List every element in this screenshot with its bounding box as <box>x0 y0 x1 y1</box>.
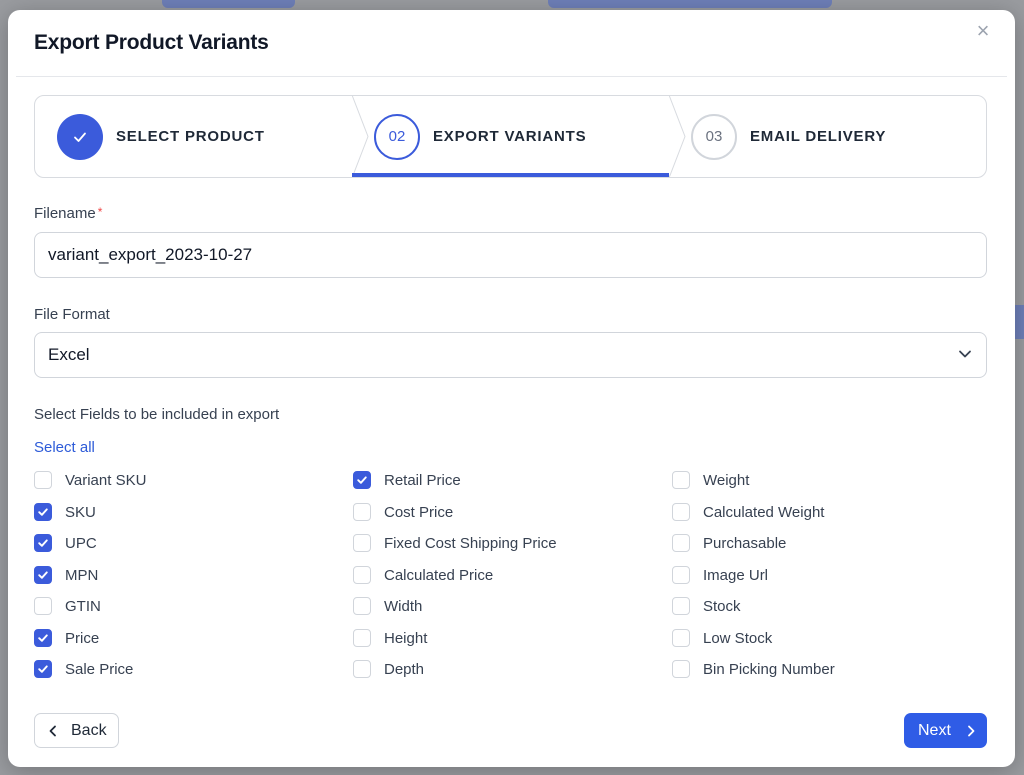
step-number: 03 <box>691 113 737 160</box>
next-button[interactable]: Next <box>904 713 987 748</box>
step-number: 02 <box>374 113 420 160</box>
field-option[interactable]: Weight <box>672 470 749 490</box>
filename-label-text: Filename <box>34 205 96 222</box>
background-element <box>1015 305 1024 339</box>
export-variants-modal: Export Product Variants × SELECT PRODUCT… <box>8 10 1015 767</box>
field-option[interactable]: Variant SKU <box>34 470 146 490</box>
chevron-right-icon <box>968 725 975 736</box>
checkbox-unchecked[interactable] <box>353 503 371 521</box>
field-label: Price <box>65 629 100 647</box>
required-marker: * <box>97 205 103 219</box>
checkbox-checked[interactable] <box>34 660 52 678</box>
file-format-select[interactable]: Excel <box>34 332 987 378</box>
field-option[interactable]: Sale Price <box>34 659 133 679</box>
checkbox-checked[interactable] <box>34 629 52 647</box>
checkbox-unchecked[interactable] <box>672 534 690 552</box>
stepper: SELECT PRODUCT 02 EXPORT VARIANTS 03 EMA… <box>34 95 987 178</box>
checkbox-unchecked[interactable] <box>353 660 371 678</box>
field-option[interactable]: Purchasable <box>672 533 786 553</box>
step-email-delivery[interactable]: 03 EMAIL DELIVERY <box>669 96 986 177</box>
field-option[interactable]: Fixed Cost Shipping Price <box>353 533 557 553</box>
field-option[interactable]: Cost Price <box>353 502 453 522</box>
field-label: Height <box>384 629 428 647</box>
field-option[interactable]: UPC <box>34 533 97 553</box>
checkbox-checked[interactable] <box>353 471 371 489</box>
field-option[interactable]: Retail Price <box>353 470 461 490</box>
field-label: Fixed Cost Shipping Price <box>384 534 557 552</box>
field-label: Bin Picking Number <box>703 660 835 678</box>
active-step-indicator <box>352 173 669 177</box>
field-label: Stock <box>703 597 741 615</box>
step-label: EXPORT VARIANTS <box>433 128 587 145</box>
field-label: Low Stock <box>703 629 773 647</box>
checkbox-unchecked[interactable] <box>34 471 52 489</box>
checkbox-unchecked[interactable] <box>672 597 690 615</box>
back-label: Back <box>71 721 107 739</box>
filename-label: Filename * <box>34 205 102 222</box>
field-label: Weight <box>703 471 750 489</box>
field-option[interactable]: Height <box>353 628 427 648</box>
field-option[interactable]: Bin Picking Number <box>672 659 835 679</box>
field-option[interactable]: Price <box>34 628 99 648</box>
next-label: Next <box>918 721 951 739</box>
modal-title: Export Product Variants <box>34 31 269 54</box>
step-label: EMAIL DELIVERY <box>750 128 887 145</box>
field-label: Width <box>384 597 423 615</box>
file-format-label: File Format <box>34 306 110 323</box>
field-label: Variant SKU <box>65 471 147 489</box>
checkbox-unchecked[interactable] <box>353 597 371 615</box>
field-option[interactable]: Width <box>353 596 422 616</box>
file-format-value: Excel <box>48 345 90 364</box>
field-label: Sale Price <box>65 660 134 678</box>
field-label: UPC <box>65 534 97 552</box>
background-element <box>162 0 295 8</box>
field-option[interactable]: Stock <box>672 596 741 616</box>
check-icon <box>57 113 103 160</box>
field-label: Cost Price <box>384 503 454 521</box>
field-option[interactable]: SKU <box>34 502 96 522</box>
header-divider <box>16 76 1007 77</box>
field-option[interactable]: Calculated Price <box>353 565 493 585</box>
checkbox-checked[interactable] <box>34 534 52 552</box>
field-label: MPN <box>65 566 99 584</box>
filename-value: variant_export_2023-10-27 <box>48 245 253 264</box>
select-all-link[interactable]: Select all <box>34 439 95 456</box>
chevron-left-icon <box>49 725 56 736</box>
checkbox-unchecked[interactable] <box>34 597 52 615</box>
checkbox-unchecked[interactable] <box>672 471 690 489</box>
field-label: Calculated Weight <box>703 503 825 521</box>
checkbox-unchecked[interactable] <box>353 566 371 584</box>
filename-input[interactable]: variant_export_2023-10-27 <box>34 232 987 278</box>
checkbox-unchecked[interactable] <box>353 629 371 647</box>
field-label: Depth <box>384 660 425 678</box>
field-label: Purchasable <box>703 534 787 552</box>
field-label: SKU <box>65 503 96 521</box>
checkbox-unchecked[interactable] <box>672 566 690 584</box>
checkbox-checked[interactable] <box>34 566 52 584</box>
field-label: Calculated Price <box>384 566 494 584</box>
checkbox-unchecked[interactable] <box>353 534 371 552</box>
checkbox-unchecked[interactable] <box>672 660 690 678</box>
field-option[interactable]: Calculated Weight <box>672 502 824 522</box>
field-label: GTIN <box>65 597 101 615</box>
field-label: Image Url <box>703 566 769 584</box>
fields-label: Select Fields to be included in export <box>34 406 280 423</box>
chevron-down-icon <box>959 350 971 358</box>
step-select-product[interactable]: SELECT PRODUCT <box>35 96 352 177</box>
field-option[interactable]: Depth <box>353 659 424 679</box>
step-label: SELECT PRODUCT <box>116 128 265 145</box>
background-element <box>548 0 832 8</box>
field-option[interactable]: Low Stock <box>672 628 772 648</box>
field-option[interactable]: Image Url <box>672 565 768 585</box>
checkbox-unchecked[interactable] <box>672 629 690 647</box>
back-button[interactable]: Back <box>34 713 119 748</box>
checkbox-unchecked[interactable] <box>672 503 690 521</box>
field-label: Retail Price <box>384 471 461 489</box>
checkbox-checked[interactable] <box>34 503 52 521</box>
close-icon[interactable]: × <box>971 19 995 43</box>
field-option[interactable]: GTIN <box>34 596 101 616</box>
step-export-variants[interactable]: 02 EXPORT VARIANTS <box>352 96 669 177</box>
field-option[interactable]: MPN <box>34 565 98 585</box>
